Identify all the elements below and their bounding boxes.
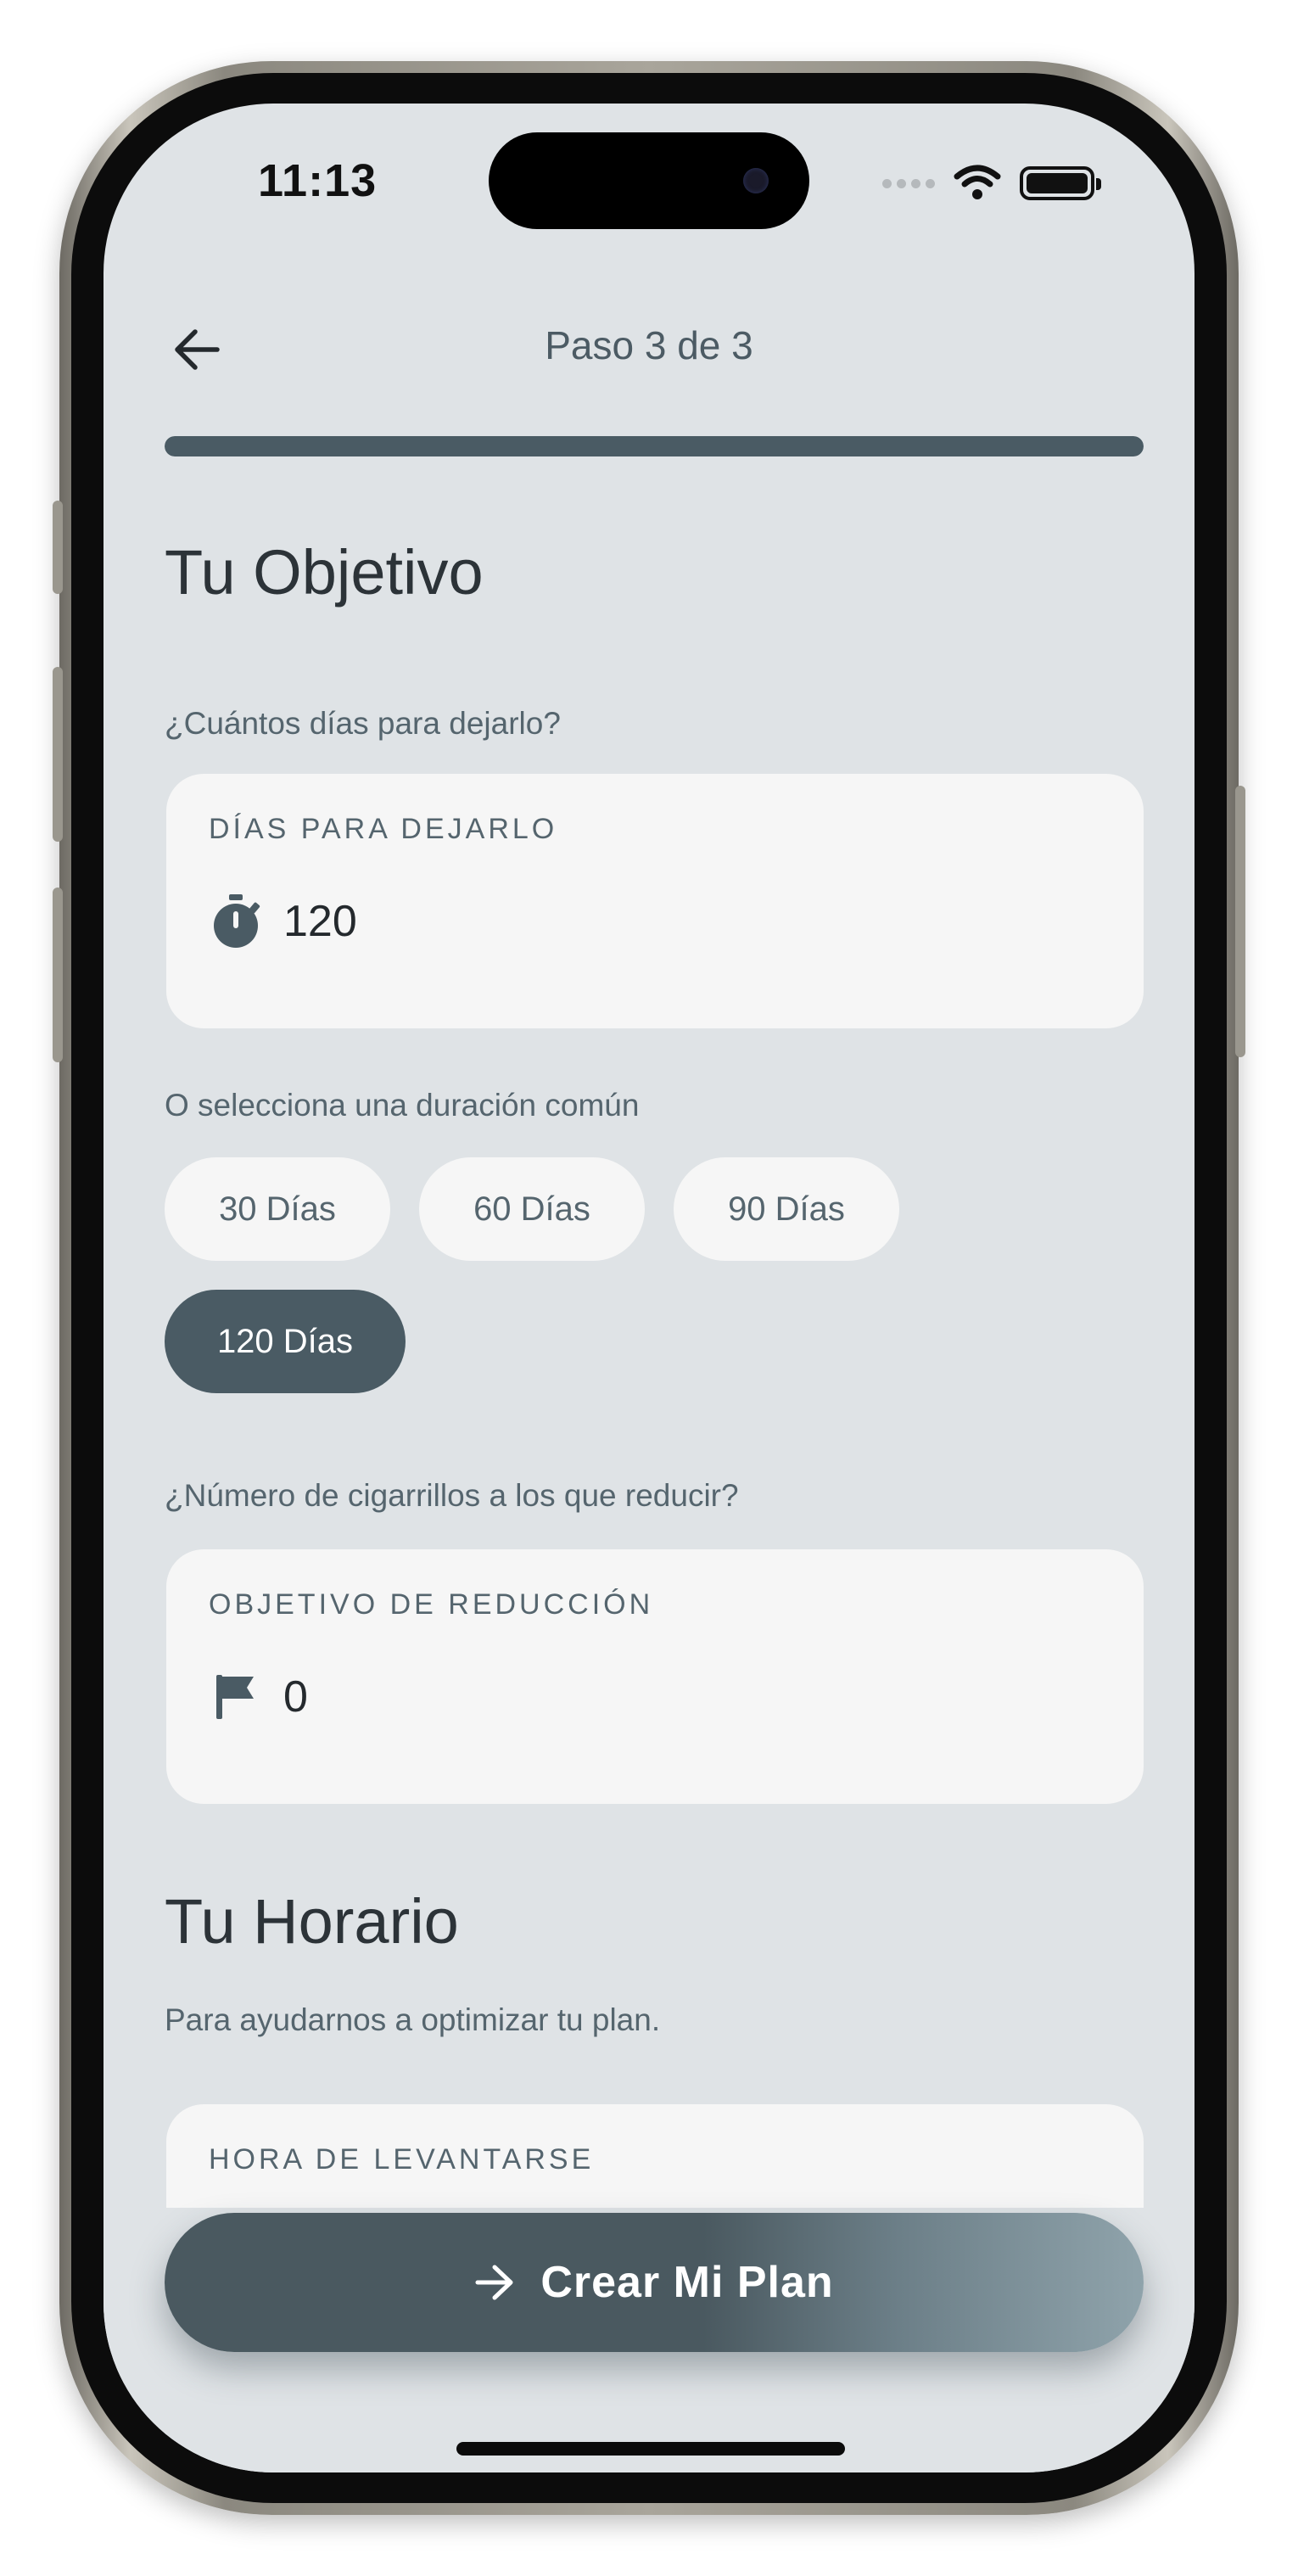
volume-down-button: [53, 888, 63, 1062]
progress-bar-fill: [165, 436, 1144, 456]
duration-chip-120[interactable]: 120 Días: [165, 1290, 406, 1393]
power-button: [1235, 786, 1245, 1057]
front-camera: [743, 168, 769, 193]
duration-chip-90[interactable]: 90 Días: [674, 1157, 899, 1261]
arrow-right-icon: [475, 2265, 513, 2300]
reduction-field-value: 0: [283, 1672, 308, 1722]
duration-chip-30[interactable]: 30 Días: [165, 1157, 390, 1261]
days-question: ¿Cuántos días para dejarlo?: [165, 706, 561, 741]
status-icons: [882, 165, 1101, 202]
duration-chip-60[interactable]: 60 Días: [419, 1157, 645, 1261]
schedule-subtitle: Para ayudarnos a optimizar tu plan.: [165, 2002, 661, 2037]
durations-label: O selecciona una duración común: [165, 1088, 640, 1123]
step-indicator: Paso 3 de 3: [545, 323, 753, 367]
screen: 11:13 Paso 3 de 3 Tu Objetivo ¿Cuántos d…: [104, 104, 1194, 2472]
stopwatch-icon: [209, 894, 263, 949]
wake-field-label: HORA DE LEVANTARSE: [209, 2143, 595, 2176]
flag-icon: [209, 1670, 263, 1724]
dynamic-island: [489, 132, 809, 229]
home-indicator[interactable]: [456, 2442, 845, 2456]
schedule-section-title: Tu Horario: [165, 1886, 459, 1957]
reduction-field-label: OBJETIVO DE REDUCCIÓN: [209, 1588, 654, 1621]
days-field-value: 120: [283, 897, 357, 946]
days-field-label: DÍAS PARA DEJARLO: [209, 813, 558, 845]
create-plan-button[interactable]: Crear Mi Plan: [165, 2213, 1144, 2352]
create-plan-label: Crear Mi Plan: [540, 2258, 834, 2307]
status-time: 11:13: [258, 155, 378, 206]
action-button: [53, 501, 63, 594]
progress-bar: [165, 436, 1144, 456]
battery-icon: [1020, 166, 1101, 200]
wifi-icon: [954, 165, 1001, 199]
reduction-goal-field[interactable]: OBJETIVO DE REDUCCIÓN 0: [166, 1549, 1144, 1804]
days-to-quit-field[interactable]: DÍAS PARA DEJARLO 120: [166, 774, 1144, 1028]
volume-up-button: [53, 667, 63, 842]
cellular-signal-icon: [882, 178, 935, 188]
goal-section-title: Tu Objetivo: [165, 537, 484, 608]
reduction-question: ¿Número de cigarrillos a los que reducir…: [165, 1478, 739, 1513]
